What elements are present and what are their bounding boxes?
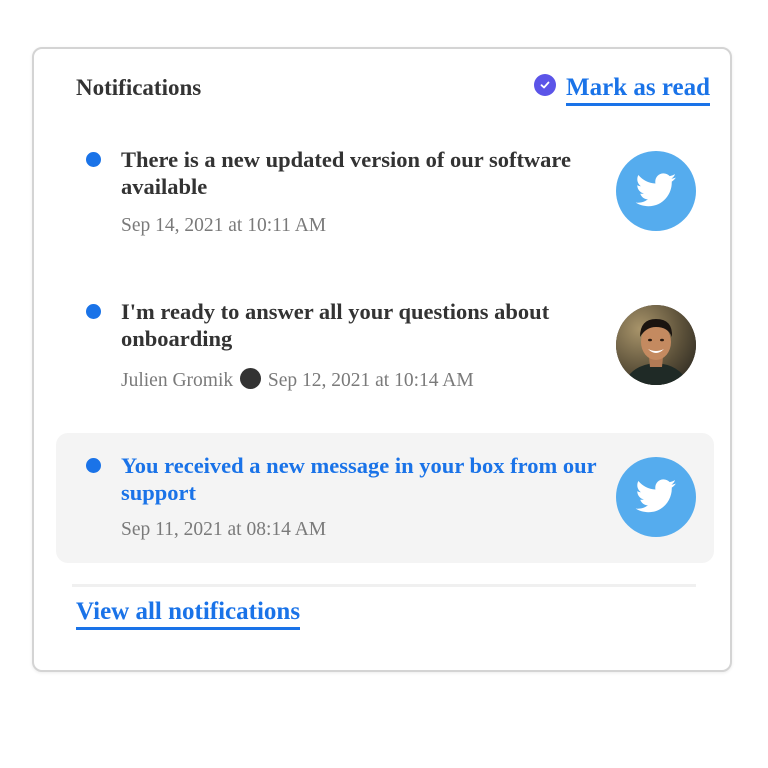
- notification-text: I'm ready to answer all your questions a…: [121, 299, 550, 351]
- author-name: Julien Gromik: [121, 370, 234, 391]
- user-avatar: [616, 305, 696, 385]
- notification-text[interactable]: You received a new message in your box f…: [121, 452, 601, 506]
- notification-item[interactable]: I'm ready to answer all your questions a…: [56, 281, 714, 401]
- mark-as-read-control[interactable]: Mark as read: [534, 73, 710, 106]
- notification-timestamp: Sep 14, 2021 at 10:11 AM: [121, 215, 327, 236]
- mark-as-read-link[interactable]: Mark as read: [566, 73, 710, 106]
- separator-dot: [240, 368, 261, 389]
- check-circle-icon: [534, 73, 557, 96]
- notification-timestamp: Sep 11, 2021 at 08:14 AM: [121, 519, 327, 540]
- notifications-card: Notifications Mark as read There is a ne…: [32, 47, 732, 672]
- notification-text: There is a new updated version of our so…: [121, 147, 571, 199]
- twitter-icon: [616, 151, 696, 231]
- unread-dot: [86, 152, 101, 167]
- unread-dot: [86, 304, 101, 319]
- view-all-notifications-link[interactable]: View all notifications: [76, 597, 301, 630]
- notification-item[interactable]: You received a new message in your box f…: [56, 433, 714, 563]
- notifications-title: Notifications: [76, 75, 202, 100]
- twitter-icon: [616, 457, 696, 537]
- notification-timestamp: Sep 12, 2021 at 10:14 AM: [267, 370, 474, 391]
- notification-item[interactable]: There is a new updated version of our so…: [56, 129, 714, 249]
- notification-meta: Julien Gromik Sep 12, 2021 at 10:14 AM: [121, 368, 474, 392]
- unread-dot: [86, 458, 101, 473]
- footer-divider: [72, 584, 696, 587]
